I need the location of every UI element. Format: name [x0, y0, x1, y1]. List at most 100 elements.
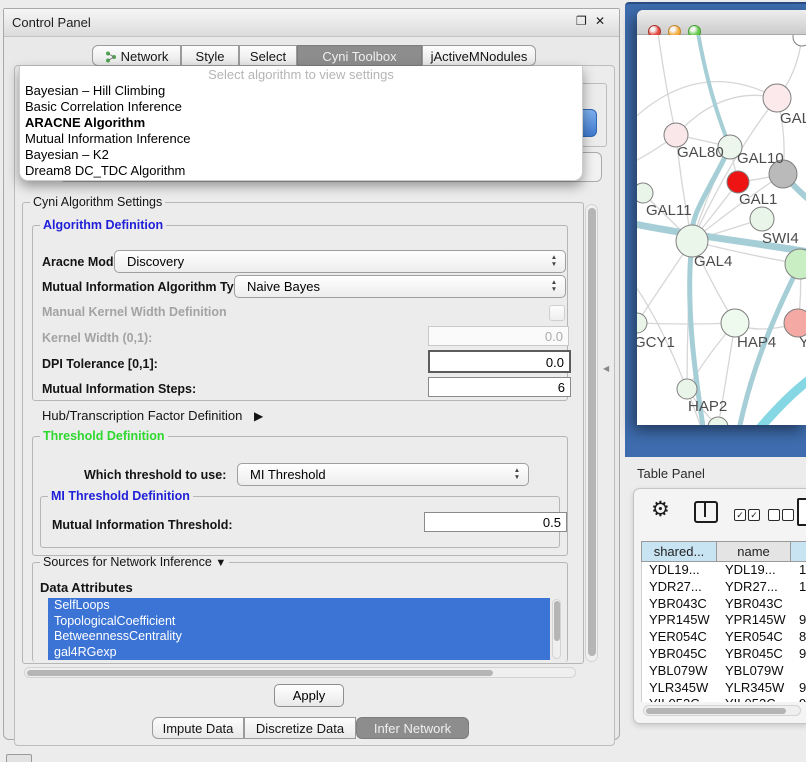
float-window-icon[interactable]: ❐ — [576, 14, 587, 28]
gear-icon[interactable]: ⚙ — [651, 497, 670, 522]
control-panel-title: Control Panel — [12, 15, 91, 30]
table-row[interactable]: YDR27...YDR27...12 — [642, 579, 806, 596]
manual-kernel-checkbox[interactable] — [549, 305, 565, 321]
data-attribute-item[interactable]: TopologicalCoefficient — [48, 614, 550, 630]
network-node-y[interactable] — [784, 309, 806, 337]
table-cell: 9. — [792, 680, 806, 697]
table-row[interactable]: YER054CYER054C8. — [642, 629, 806, 646]
algorithm-definition-title: Algorithm Definition — [40, 219, 166, 232]
algorithm-option[interactable]: Dream8 DC_TDC Algorithm — [20, 163, 582, 179]
combo-arrows-icon: ▲▼ — [549, 254, 559, 268]
bottom-tab-infer-network[interactable]: Infer Network — [356, 717, 469, 739]
network-node[interactable] — [708, 417, 728, 425]
which-threshold-label: Which threshold to use: — [84, 468, 226, 482]
close-window-icon[interactable]: ✕ — [595, 14, 605, 28]
network-node-hap2[interactable] — [677, 379, 697, 399]
attr-list-scrollbar[interactable] — [552, 599, 561, 659]
tab-jactivemnodules[interactable]: jActiveMNodules — [422, 45, 536, 66]
algorithm-option[interactable]: Bayesian – K2 — [20, 147, 582, 163]
which-threshold-combo[interactable]: MI Threshold ▲▼ — [237, 463, 529, 486]
node-label: SWI4 — [762, 230, 799, 247]
tab-cyni-toolbox[interactable]: Cyni Toolbox — [297, 45, 422, 66]
table-horizontal-scrollbar[interactable] — [643, 705, 801, 716]
network-node-swi4[interactable] — [785, 249, 806, 279]
table-cell: YBR043C — [718, 596, 792, 613]
data-attribute-item[interactable]: gal4RGexp — [48, 645, 550, 661]
kernel-width-field[interactable]: 0.0 — [428, 326, 569, 346]
combo-arrows-icon: ▲▼ — [549, 279, 559, 293]
table-cell — [792, 596, 806, 613]
tab-label: jActiveMNodules — [431, 49, 528, 64]
split-columns-icon[interactable] — [694, 501, 718, 523]
table-row[interactable]: YBL079WYBL079W — [642, 663, 806, 680]
node-label: GAL — [780, 110, 806, 127]
node-label: HAP4 — [737, 334, 776, 351]
table-cell: YDL19... — [718, 562, 792, 579]
hub-definition-expander[interactable]: Hub/Transcription Factor Definition ▶ — [42, 408, 263, 423]
network-node-gal11[interactable] — [637, 183, 653, 203]
bottom-tab-discretize-data[interactable]: Discretize Data — [244, 717, 356, 739]
algorithm-option[interactable]: Mutual Information Inference — [20, 131, 582, 147]
collapsed-panel-button[interactable] — [6, 754, 32, 762]
tab-network[interactable]: Network — [92, 45, 181, 66]
document-icon[interactable] — [797, 498, 806, 526]
settings-vertical-scrollbar[interactable] — [585, 204, 598, 662]
network-window-titlebar — [637, 10, 806, 35]
network-node-gal[interactable] — [763, 84, 791, 112]
table-cell: 8. — [792, 629, 806, 646]
network-node-gal1[interactable] — [750, 207, 774, 231]
column-header-name[interactable]: name — [717, 541, 791, 562]
control-panel-window: Control Panel ❐ ✕ gal-filtered sir defau… — [3, 8, 620, 740]
node-label: GAL1 — [739, 191, 777, 208]
settings-horizontal-scrollbar[interactable] — [24, 667, 576, 678]
aracne-mode-combo[interactable]: Discovery ▲▼ — [114, 250, 566, 273]
manual-kernel-label: Manual Kernel Width Definition — [42, 305, 227, 319]
table-cell: YPR145W — [718, 612, 792, 629]
table-row[interactable]: YIL052CYIL052C9 — [642, 696, 806, 702]
table-cell: 9 — [792, 696, 806, 702]
mi-type-label: Mutual Information Algorithm Type: — [42, 280, 252, 294]
table-cell: 12 — [792, 579, 806, 596]
unchecked-pair-icon[interactable] — [768, 506, 794, 524]
table-cell: YBR045C — [718, 646, 792, 663]
table-header-row[interactable]: shared...name — [641, 541, 806, 562]
data-attribute-item[interactable]: BetweennessCentrality — [48, 629, 550, 645]
data-attribute-item[interactable]: SelfLoops — [48, 598, 550, 614]
table-row[interactable]: YPR145WYPR145W9. — [642, 612, 806, 629]
column-header-shared[interactable]: shared... — [641, 541, 717, 562]
splitter-collapse-icon[interactable]: ◀ — [603, 364, 609, 373]
table-row[interactable]: YLR345WYLR345W9. — [642, 680, 806, 697]
table-cell: YDR27... — [718, 579, 792, 596]
table-cell: YIL052C — [718, 696, 792, 702]
table-row[interactable]: YBR045CYBR045C9. — [642, 646, 806, 663]
collapse-arrow-icon[interactable]: ▼ — [215, 557, 226, 569]
network-window: GALGAL80GAL10GAL1GAL11GAL4SWI4HAP4YGCY1H… — [637, 10, 806, 425]
bottom-tab-impute-data[interactable]: Impute Data — [152, 717, 244, 739]
network-node-gcy1[interactable] — [637, 313, 647, 333]
mi-threshold-field[interactable]: 0.5 — [424, 512, 567, 532]
checked-pair-icon[interactable]: ✓✓ — [734, 506, 760, 524]
table-row[interactable]: YDL19...YDL19...13 — [642, 562, 806, 579]
tab-select[interactable]: Select — [239, 45, 297, 66]
network-node-hap4[interactable] — [721, 309, 749, 337]
tab-label: Style — [196, 49, 225, 64]
algorithm-option[interactable]: Bayesian – Hill Climbing — [20, 83, 582, 99]
network-canvas[interactable]: GALGAL80GAL10GAL1GAL11GAL4SWI4HAP4YGCY1H… — [637, 35, 806, 425]
table-row[interactable]: YBR043CYBR043C — [642, 596, 806, 613]
mi-type-combo[interactable]: Naive Bayes ▲▼ — [234, 275, 566, 298]
tab-style[interactable]: Style — [181, 45, 239, 66]
mi-steps-field[interactable]: 6 — [428, 377, 571, 397]
network-node[interactable] — [793, 35, 806, 46]
column-header[interactable] — [791, 541, 806, 562]
which-threshold-value: MI Threshold — [250, 467, 326, 482]
table-body: YDL19...YDL19...13YDR27...YDR27...12YBR0… — [641, 562, 806, 702]
mi-steps-label: Mutual Information Steps: — [42, 382, 196, 396]
algorithm-option[interactable]: Basic Correlation Inference — [20, 99, 582, 115]
dpi-tolerance-field[interactable]: 0.0 — [428, 350, 571, 373]
table-cell: YIL052C — [642, 696, 718, 702]
network-node[interactable] — [727, 171, 749, 193]
algorithm-option[interactable]: ARACNE Algorithm — [20, 115, 582, 131]
apply-button[interactable]: Apply — [274, 684, 344, 707]
table-cell: YPR145W — [642, 612, 718, 629]
node-label: GAL11 — [646, 202, 692, 219]
